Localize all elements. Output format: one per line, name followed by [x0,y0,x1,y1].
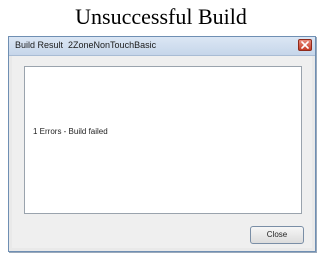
build-message: 1 Errors - Build failed [33,127,108,136]
close-button[interactable]: Close [250,226,304,244]
message-pane: 1 Errors - Build failed [24,66,302,214]
dialog-title: Build Result 2ZoneNonTouchBasic [15,40,157,50]
build-result-dialog: Build Result 2ZoneNonTouchBasic 1 Errors… [8,36,316,252]
dialog-body: 1 Errors - Build failed Close [12,56,312,248]
caption-title: Unsuccessful Build [75,4,247,29]
close-x-icon[interactable] [298,39,312,51]
close-x-glyph [301,41,309,49]
dialog-titlebar[interactable]: Build Result 2ZoneNonTouchBasic [9,37,315,56]
